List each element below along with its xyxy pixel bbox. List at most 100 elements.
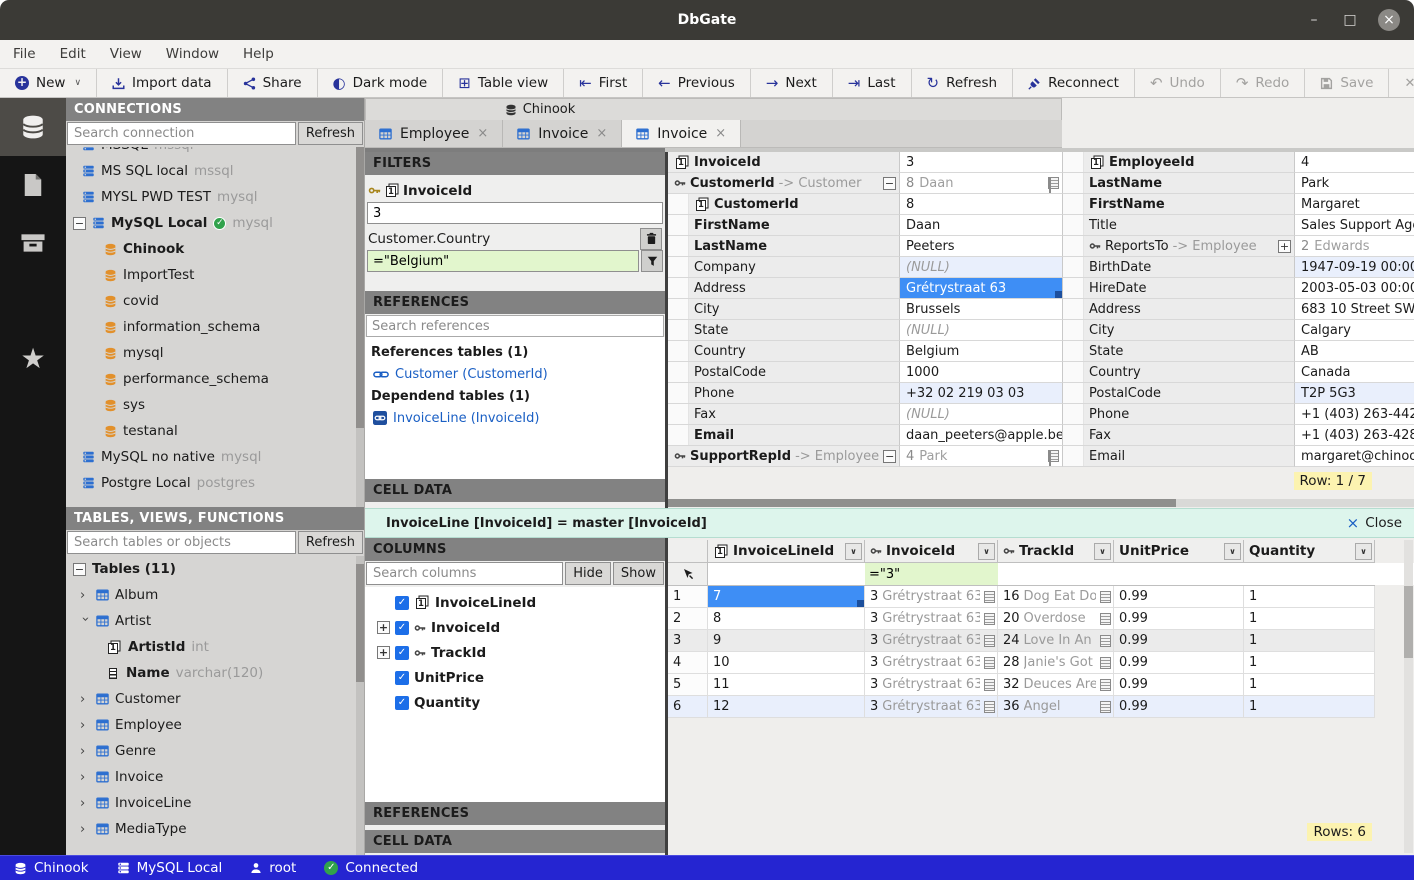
form-label-cell[interactable]: Address xyxy=(1063,299,1295,320)
fill-handle[interactable] xyxy=(1055,291,1062,298)
expand-icon[interactable]: + xyxy=(1278,240,1291,253)
form-value-cell[interactable]: Canada xyxy=(1295,362,1414,383)
form-value-cell[interactable]: Margaret xyxy=(1295,194,1414,215)
form-label-cell[interactable]: PostalCode xyxy=(1063,383,1295,404)
minimize-button[interactable]: – xyxy=(1306,12,1322,28)
filter-value-input[interactable] xyxy=(367,202,663,224)
collapse-icon[interactable]: − xyxy=(883,177,896,190)
menu-edit[interactable]: Edit xyxy=(60,46,86,62)
form-value-cell[interactable]: AB xyxy=(1295,341,1414,362)
share-button[interactable]: Share xyxy=(228,69,318,97)
chevron-right-icon[interactable]: › xyxy=(80,770,90,785)
refresh-tables-button[interactable]: Refresh xyxy=(298,531,363,554)
connection-item[interactable]: covid xyxy=(66,288,364,314)
lower-cell-data-header[interactable]: CELL DATA xyxy=(365,830,665,853)
form-value-cell[interactable]: Peeters xyxy=(900,236,1063,257)
form-value-cell[interactable]: Park xyxy=(1295,173,1414,194)
close-detail-button[interactable]: × Close xyxy=(1347,514,1402,532)
new-button[interactable]: +New∨ xyxy=(0,69,97,97)
form-label-cell[interactable]: Fax xyxy=(668,404,900,425)
grid-cell[interactable]: 7 xyxy=(708,586,865,608)
connection-item[interactable]: testanal xyxy=(66,418,364,444)
form-label-cell[interactable]: BirthDate xyxy=(1063,257,1295,278)
dark-mode-button[interactable]: ◐Dark mode xyxy=(318,69,444,97)
form-label-cell[interactable]: SupportRepId-> Employee− xyxy=(668,446,900,467)
expand-icon[interactable]: + xyxy=(377,621,390,634)
table-item[interactable]: ›MediaType xyxy=(66,816,364,842)
table-item[interactable]: ›Customer xyxy=(66,686,364,712)
chevron-right-icon[interactable]: › xyxy=(80,822,90,837)
form-horizontal-scrollbar[interactable] xyxy=(668,499,1414,507)
form-value-cell[interactable]: Sales Support Agent xyxy=(1295,215,1414,236)
redo-button[interactable]: ↷Redo xyxy=(1221,69,1306,97)
lower-references-header[interactable]: REFERENCES xyxy=(365,802,665,825)
last-button[interactable]: ⇥Last xyxy=(833,69,912,97)
grid-cell[interactable]: 3Grétrystraat 63 xyxy=(865,674,998,696)
table-item[interactable]: Namevarchar(120) xyxy=(66,660,364,686)
form-value-cell[interactable]: T2P 5G3 xyxy=(1295,383,1414,404)
form-value-cell[interactable]: +1 (403) 263-4289 xyxy=(1295,425,1414,446)
form-value-cell[interactable]: +1 (403) 263-4423 xyxy=(1295,404,1414,425)
checkbox-checked-icon[interactable]: ✓ xyxy=(395,646,409,660)
table-item[interactable]: −Tables (11) xyxy=(66,556,364,582)
form-label-cell[interactable]: Phone xyxy=(1063,404,1295,425)
form-label-cell[interactable]: HireDate xyxy=(1063,278,1295,299)
connection-item[interactable]: MS SQL localmssql xyxy=(66,158,364,184)
form-label-cell[interactable]: 1CustomerId xyxy=(668,194,900,215)
rail-item-archive[interactable] xyxy=(0,214,66,272)
form-value-cell[interactable]: Brussels xyxy=(900,299,1063,320)
grid-cell[interactable]: 3Grétrystraat 63 xyxy=(865,652,998,674)
rail-item-connections[interactable] xyxy=(0,98,66,156)
connection-item[interactable]: MSSQLmssql xyxy=(66,147,364,158)
column-toggle-item[interactable]: ✓1InvoiceLineId xyxy=(371,590,659,615)
fill-handle[interactable] xyxy=(857,600,864,607)
grid-cell[interactable]: 3Grétrystraat 63 xyxy=(865,608,998,630)
grid-cell[interactable]: 20Overdose xyxy=(998,608,1114,630)
form-label-cell[interactable]: 1EmployeeId xyxy=(1063,152,1295,173)
checkbox-checked-icon[interactable]: ✓ xyxy=(395,621,409,635)
grid-cell[interactable]: 12 xyxy=(708,696,865,718)
form-value-cell[interactable]: 8Daan xyxy=(900,173,1063,194)
grid-cell[interactable]: 0.99 xyxy=(1114,608,1244,630)
menu-file[interactable]: File xyxy=(13,46,36,62)
form-value-cell[interactable]: Daan xyxy=(900,215,1063,236)
grid-cell[interactable]: 1 xyxy=(1244,630,1375,652)
reference-link[interactable]: InvoiceLine (InvoiceId) xyxy=(371,407,659,429)
form-value-cell[interactable]: margaret@chinoo xyxy=(1295,446,1414,467)
checkbox-checked-icon[interactable]: ✓ xyxy=(395,696,409,710)
form-value-cell[interactable]: Grétrystraat 63 xyxy=(900,278,1063,299)
grid-cell[interactable]: 0.99 xyxy=(1114,630,1244,652)
reconnect-button[interactable]: Reconnect xyxy=(1013,69,1135,97)
form-value-cell[interactable]: 1947-09-19 00:00:00 xyxy=(1295,257,1414,278)
form-label-cell[interactable]: CustomerId-> Customer− xyxy=(668,173,900,194)
form-value-cell[interactable]: (NULL) xyxy=(900,257,1063,278)
connection-item[interactable]: ImportTest xyxy=(66,262,364,288)
tab-employee[interactable]: Employee× xyxy=(365,120,503,147)
grid-cell[interactable]: 0.99 xyxy=(1114,674,1244,696)
grid-cell[interactable]: 0.99 xyxy=(1114,652,1244,674)
form-value-cell[interactable]: Calgary xyxy=(1295,320,1414,341)
grid-cell[interactable]: 16Dog Eat Dog xyxy=(998,586,1114,608)
cell-data-header[interactable]: CELL DATA xyxy=(365,479,665,502)
tab-invoice[interactable]: Invoice× xyxy=(503,120,622,147)
form-label-cell[interactable]: State xyxy=(668,320,900,341)
previous-button[interactable]: ←Previous xyxy=(643,69,751,97)
form-value-cell[interactable]: (NULL) xyxy=(900,404,1063,425)
menu-window[interactable]: Window xyxy=(166,46,219,62)
chevron-right-icon[interactable]: › xyxy=(80,744,90,759)
form-label-cell[interactable]: LastName xyxy=(668,236,900,257)
chevron-right-icon[interactable]: › xyxy=(80,796,90,811)
checkbox-checked-icon[interactable]: ✓ xyxy=(395,671,409,685)
grid-cell[interactable]: 3Grétrystraat 63 xyxy=(865,696,998,718)
menu-view[interactable]: View xyxy=(110,46,142,62)
grid-cell[interactable]: 0.99 xyxy=(1114,696,1244,718)
form-value-cell[interactable]: (NULL) xyxy=(900,320,1063,341)
import-data-button[interactable]: Import data xyxy=(97,69,228,97)
grid-column-header[interactable]: UnitPrice∨ xyxy=(1114,540,1244,563)
chevron-right-icon[interactable]: › xyxy=(80,718,90,733)
close-window-button[interactable]: × xyxy=(1378,9,1400,31)
column-toggle-item[interactable]: ✓Quantity xyxy=(371,690,659,715)
checkbox-checked-icon[interactable]: ✓ xyxy=(395,596,409,610)
table-view-button[interactable]: ⊞Table view xyxy=(443,69,564,97)
grid-cell[interactable]: 1 xyxy=(1244,586,1375,608)
